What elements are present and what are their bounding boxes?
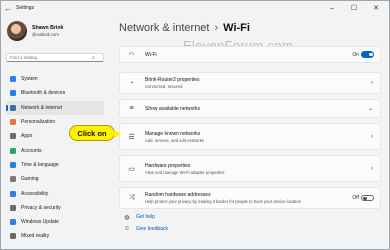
wifi-icon: ◠ — [128, 51, 135, 59]
shuffle-icon: ⤨ — [128, 194, 135, 201]
wifi-state-label: On — [352, 51, 359, 58]
sidebar-item-network-internet[interactable]: Network & internet — [6, 100, 104, 115]
manage-known-networks-subtitle: Add, remove, and edit networks — [145, 137, 204, 143]
feedback-icon: ☺ — [123, 226, 131, 232]
apps-icon — [10, 133, 16, 140]
bluetooth-icon — [10, 90, 16, 97]
globe-icon — [10, 161, 16, 168]
maximize-button[interactable]: ☐ — [343, 1, 365, 15]
get-help-label: Get help — [136, 214, 155, 220]
hardware-properties-card[interactable]: ▭ Hardware properties View and manage Wi… — [119, 155, 381, 182]
random-hardware-addresses-card[interactable]: ⤨ Random hardware addresses Help protect… — [119, 187, 381, 209]
wifi-label: Wi-Fi — [145, 51, 157, 58]
user-profile[interactable]: Shawn Brink @outlook.com — [7, 21, 63, 41]
router-properties-card[interactable]: ◔ Brink-Router2 properties Connected, se… — [119, 72, 381, 94]
sidebar-item-system[interactable]: System — [6, 72, 104, 86]
chevron-right-icon: › — [371, 165, 373, 172]
close-button[interactable]: ✕ — [365, 1, 387, 15]
random-hardware-addresses-title: Random hardware addresses — [145, 192, 211, 198]
breadcrumb-network-internet[interactable]: Network & internet — [119, 22, 209, 34]
chevron-right-icon: › — [371, 133, 373, 140]
system-icon — [10, 76, 16, 83]
brush-icon — [10, 119, 16, 126]
page-title: Wi-Fi — [223, 22, 250, 34]
manage-known-networks-title: Manage known networks — [145, 130, 201, 137]
sidebar-item-label: Windows Update — [21, 219, 59, 226]
sidebar-item-label: Accessibility — [21, 190, 49, 197]
mixed-reality-icon — [10, 233, 16, 240]
sidebar-item-label: Privacy & security — [21, 204, 61, 211]
sidebar-item-windows-update[interactable]: Windows Update — [6, 215, 104, 229]
sidebar-item-label: Accounts — [21, 147, 42, 154]
user-name: Shawn Brink — [32, 25, 64, 31]
avatar — [7, 21, 27, 41]
sidebar-item-label: Personalization — [21, 119, 56, 126]
router-status: Connected, secured — [145, 84, 183, 89]
back-arrow-icon[interactable]: ← — [4, 4, 14, 13]
sidebar-item-label: Time & language — [21, 161, 59, 168]
show-available-networks-card[interactable]: ≡ Show available networks ⌄ — [119, 99, 381, 118]
list-icon: ≡ — [129, 105, 134, 112]
sidebar-item-accessibility[interactable]: Accessibility — [6, 186, 104, 200]
sidebar-item-accounts[interactable]: Accounts — [6, 143, 104, 157]
search-box[interactable]: ⌕ — [6, 53, 104, 62]
chevron-right-icon: › — [371, 80, 373, 86]
sidebar-item-label: Bluetooth & devices — [21, 90, 66, 97]
search-icon[interactable]: ⌕ — [92, 55, 95, 61]
breadcrumb-separator: › — [214, 22, 219, 34]
main-content: Network & internet › Wi-Fi ElevenForum.c… — [113, 15, 389, 249]
window-title: Settings — [16, 5, 35, 11]
breadcrumb: Network & internet › Wi-Fi — [119, 22, 250, 34]
click-on-callout: Click on — [69, 125, 121, 141]
chevron-down-icon: ⌄ — [367, 106, 373, 112]
random-addresses-toggle[interactable] — [361, 194, 374, 202]
hardware-properties-subtitle: View and manage Wi-Fi adapter properties — [145, 169, 225, 175]
search-input[interactable] — [7, 55, 92, 60]
random-addresses-state-label: Off — [352, 195, 359, 201]
sidebar-item-mixed-reality[interactable]: Mixed reality — [6, 229, 104, 243]
hardware-properties-title: Hardware properties — [145, 162, 191, 169]
sidebar-item-time-language[interactable]: Time & language — [6, 158, 104, 172]
sidebar-item-label: Mixed reality — [21, 233, 50, 240]
update-icon — [10, 219, 16, 226]
sidebar-nav: System Bluetooth & devices Network & int… — [6, 72, 104, 244]
list-bullets-icon: ☰ — [128, 133, 135, 141]
sidebar-item-bluetooth-devices[interactable]: Bluetooth & devices — [6, 86, 104, 100]
wifi-signal-icon: ◔ — [129, 79, 134, 87]
title-bar: ← Settings – ☐ ✕ — [1, 1, 389, 15]
shield-icon — [10, 204, 16, 211]
wifi-toggle[interactable] — [361, 51, 374, 58]
sidebar-item-label: System — [21, 76, 38, 83]
network-icon — [10, 104, 16, 111]
minimize-button[interactable]: – — [321, 1, 343, 15]
user-email: @outlook.com — [32, 32, 59, 37]
random-hardware-addresses-subtitle: Help protect your privacy by making it h… — [145, 199, 301, 204]
sidebar-item-label: Network & internet — [21, 104, 63, 111]
sidebar-item-label: Apps — [21, 133, 33, 140]
accounts-icon — [10, 147, 16, 154]
sidebar-item-gaming[interactable]: Gaming — [6, 172, 104, 186]
router-properties-title: Brink-Router2 properties — [145, 77, 200, 83]
get-help-link[interactable]: ◍ Get help — [123, 211, 168, 223]
show-available-networks-title: Show available networks — [145, 105, 201, 112]
manage-known-networks-card[interactable]: ☰ Manage known networks Add, remove, and… — [119, 123, 381, 150]
give-feedback-label: Give feedback — [136, 226, 168, 232]
gaming-icon — [10, 176, 16, 183]
network-adapter-icon: ▭ — [128, 165, 135, 173]
accessibility-icon — [10, 190, 16, 197]
sidebar-item-label: Gaming — [21, 176, 39, 183]
wifi-card[interactable]: ◠ Wi-Fi On — [119, 46, 381, 63]
settings-window: ← Settings – ☐ ✕ Shawn Brink @outlook.co… — [0, 0, 390, 250]
help-icon: ◍ — [124, 214, 130, 221]
sidebar-item-privacy-security[interactable]: Privacy & security — [6, 201, 104, 215]
help-links: ◍ Get help ☺ Give feedback — [123, 211, 168, 235]
give-feedback-link[interactable]: ☺ Give feedback — [123, 223, 168, 235]
